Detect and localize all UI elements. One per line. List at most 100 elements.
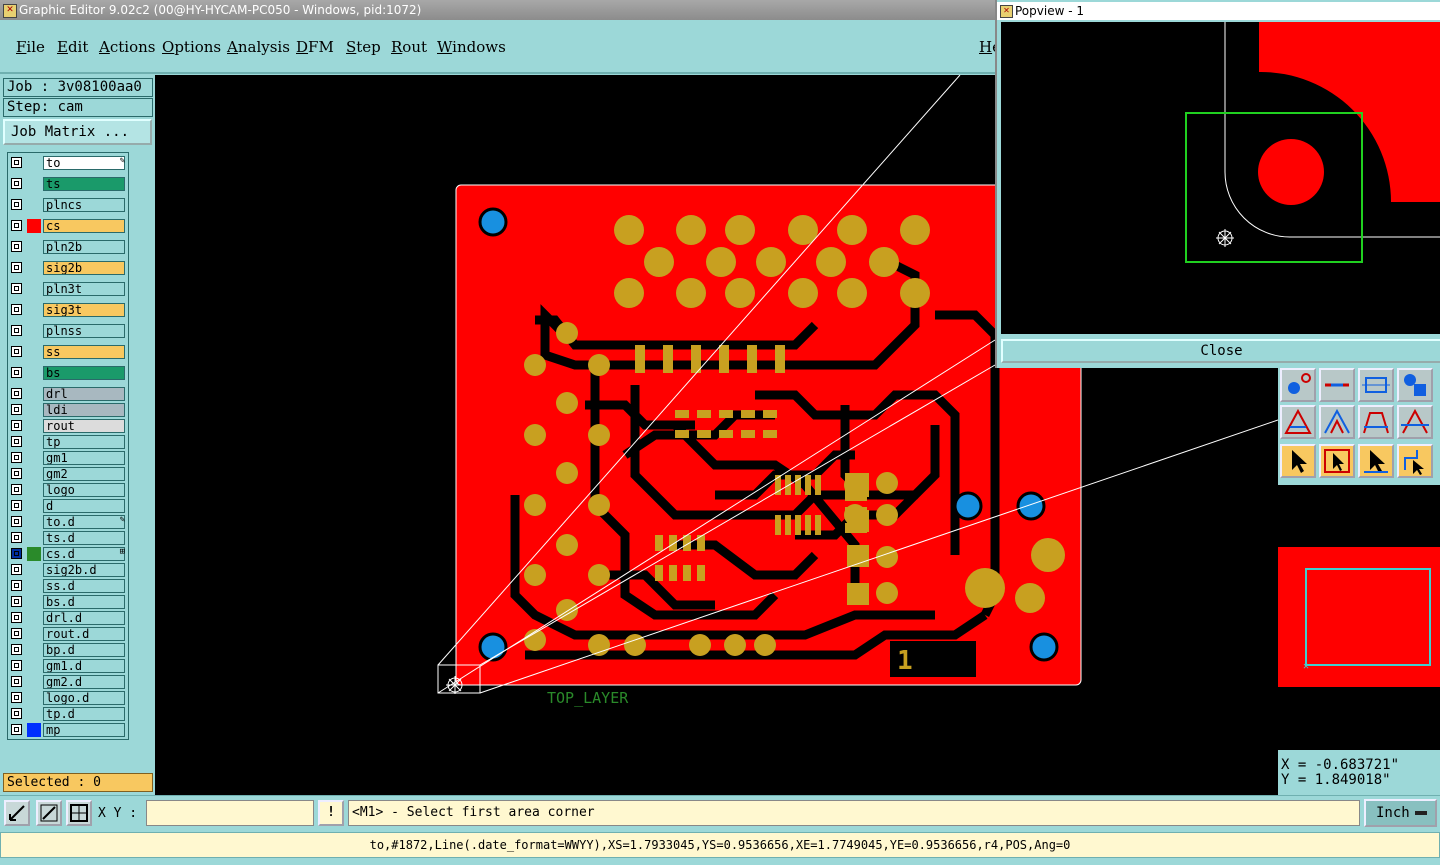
layer-row-rout[interactable]: rout: [8, 419, 128, 434]
layer-checkbox[interactable]: [11, 199, 22, 210]
layer-checkbox[interactable]: [11, 692, 22, 703]
shapes-icon[interactable]: [1397, 368, 1433, 402]
arc-tool-icon[interactable]: [1358, 405, 1394, 439]
job-matrix-button[interactable]: Job Matrix ...: [3, 119, 152, 145]
layer-row-plncs[interactable]: plncs: [8, 198, 128, 213]
layer-checkbox[interactable]: [11, 516, 22, 527]
layer-checkbox[interactable]: [11, 388, 22, 399]
layer-row-drl-d[interactable]: drl.d: [8, 611, 128, 626]
units-label: Inch: [1376, 805, 1410, 821]
layer-row-to-d[interactable]: to.d ✎: [8, 515, 128, 530]
layer-row-ss[interactable]: ss: [8, 345, 128, 360]
select-touch-icon[interactable]: [1358, 444, 1394, 478]
layer-checkbox[interactable]: [11, 628, 22, 639]
layer-row-logo-d[interactable]: logo.d: [8, 691, 128, 706]
layer-checkbox[interactable]: [11, 660, 22, 671]
layer-row-sig2b-d[interactable]: sig2b.d: [8, 563, 128, 578]
layer-checkbox[interactable]: [11, 346, 22, 357]
layer-checkbox[interactable]: [11, 178, 22, 189]
layer-checkbox[interactable]: [11, 468, 22, 479]
layer-checkbox[interactable]: [11, 500, 22, 511]
through-hole-pad: [614, 215, 644, 245]
units-dropdown[interactable]: Inch: [1364, 799, 1437, 827]
layer-checkbox[interactable]: [11, 596, 22, 607]
polygon-edit-icon[interactable]: [1319, 405, 1355, 439]
layer-row-logo[interactable]: logo: [8, 483, 128, 498]
layer-checkbox[interactable]: [11, 262, 22, 273]
layer-row-cs[interactable]: cs: [8, 219, 128, 234]
layer-checkbox[interactable]: [11, 548, 22, 559]
layer-row-gm1[interactable]: gm1: [8, 451, 128, 466]
polygon-tool-icon[interactable]: [1280, 405, 1316, 439]
layer-checkbox[interactable]: [11, 283, 22, 294]
layer-checkbox[interactable]: [11, 220, 22, 231]
layer-row-rout-d[interactable]: rout.d: [8, 627, 128, 642]
layer-checkbox[interactable]: [11, 420, 22, 431]
snap-icon[interactable]: [1280, 368, 1316, 402]
layer-row-tp-d[interactable]: tp.d: [8, 707, 128, 722]
menu-dfm[interactable]: DFM: [296, 38, 334, 56]
minimap[interactable]: ✕: [1278, 485, 1440, 750]
layer-row-ts-d[interactable]: ts.d: [8, 531, 128, 546]
menu-step[interactable]: Step: [346, 38, 381, 56]
grid-icon[interactable]: [66, 800, 92, 826]
layer-name: rout: [43, 419, 125, 433]
layer-row-ldi[interactable]: ldi: [8, 403, 128, 418]
layer-row-mp[interactable]: mp: [8, 723, 128, 738]
layer-row-bp-d[interactable]: bp.d: [8, 643, 128, 658]
layer-row-bs[interactable]: bs: [8, 366, 128, 381]
popview-close-button[interactable]: Close: [1001, 339, 1440, 363]
layer-row-gm2[interactable]: gm2: [8, 467, 128, 482]
layer-checkbox[interactable]: [11, 612, 22, 623]
zoom-area-icon[interactable]: [36, 800, 62, 826]
layer-checkbox[interactable]: [11, 241, 22, 252]
menu-file[interactable]: File: [16, 38, 45, 56]
slope-tool-icon[interactable]: [1397, 405, 1433, 439]
layer-checkbox[interactable]: [11, 404, 22, 415]
menu-rout[interactable]: Rout: [391, 38, 427, 56]
menu-actions[interactable]: Actions: [99, 38, 155, 56]
layer-row-sig2b[interactable]: sig2b: [8, 261, 128, 276]
measure-icon[interactable]: [1358, 368, 1394, 402]
layer-checkbox[interactable]: [11, 532, 22, 543]
menu-edit[interactable]: Edit: [57, 38, 88, 56]
layer-checkbox[interactable]: [11, 484, 22, 495]
menu-windows[interactable]: Windows: [437, 38, 506, 56]
layer-checkbox[interactable]: [11, 325, 22, 336]
layer-row-cs-d[interactable]: cs.d ⊞: [8, 547, 128, 562]
layer-checkbox[interactable]: [11, 708, 22, 719]
layer-checkbox[interactable]: [11, 564, 22, 575]
layer-checkbox[interactable]: [11, 304, 22, 315]
layer-row-pln2b[interactable]: pln2b: [8, 240, 128, 255]
zoom-fit-icon[interactable]: [4, 800, 30, 826]
select-path-icon[interactable]: [1397, 444, 1433, 478]
layer-checkbox[interactable]: [11, 676, 22, 687]
line-tool-icon[interactable]: [1319, 368, 1355, 402]
layer-row-ss-d[interactable]: ss.d: [8, 579, 128, 594]
layer-checkbox[interactable]: [11, 580, 22, 591]
layer-row-pln3t[interactable]: pln3t: [8, 282, 128, 297]
select-arrow-icon[interactable]: [1280, 444, 1316, 478]
layer-row-bs-d[interactable]: bs.d: [8, 595, 128, 610]
layer-row-gm1-d[interactable]: gm1.d: [8, 659, 128, 674]
select-box-icon[interactable]: [1319, 444, 1355, 478]
layer-row-drl[interactable]: drl: [8, 387, 128, 402]
layer-row-ts[interactable]: ts: [8, 177, 128, 192]
xy-input[interactable]: [146, 800, 314, 826]
layer-row-d[interactable]: d: [8, 499, 128, 514]
layer-checkbox[interactable]: [11, 367, 22, 378]
layer-checkbox[interactable]: [11, 452, 22, 463]
layer-row-to[interactable]: to ✎: [8, 156, 128, 171]
layer-row-tp[interactable]: tp: [8, 435, 128, 450]
menu-analysis[interactable]: Analysis: [227, 38, 290, 56]
layer-checkbox[interactable]: [11, 157, 22, 168]
menu-options[interactable]: Options: [162, 38, 221, 56]
alert-icon[interactable]: !: [318, 800, 344, 826]
popview-canvas[interactable]: [1001, 22, 1440, 334]
layer-checkbox[interactable]: [11, 436, 22, 447]
layer-checkbox[interactable]: [11, 724, 22, 735]
layer-row-sig3t[interactable]: sig3t: [8, 303, 128, 318]
layer-row-plnss[interactable]: plnss: [8, 324, 128, 339]
layer-checkbox[interactable]: [11, 644, 22, 655]
layer-row-gm2-d[interactable]: gm2.d: [8, 675, 128, 690]
